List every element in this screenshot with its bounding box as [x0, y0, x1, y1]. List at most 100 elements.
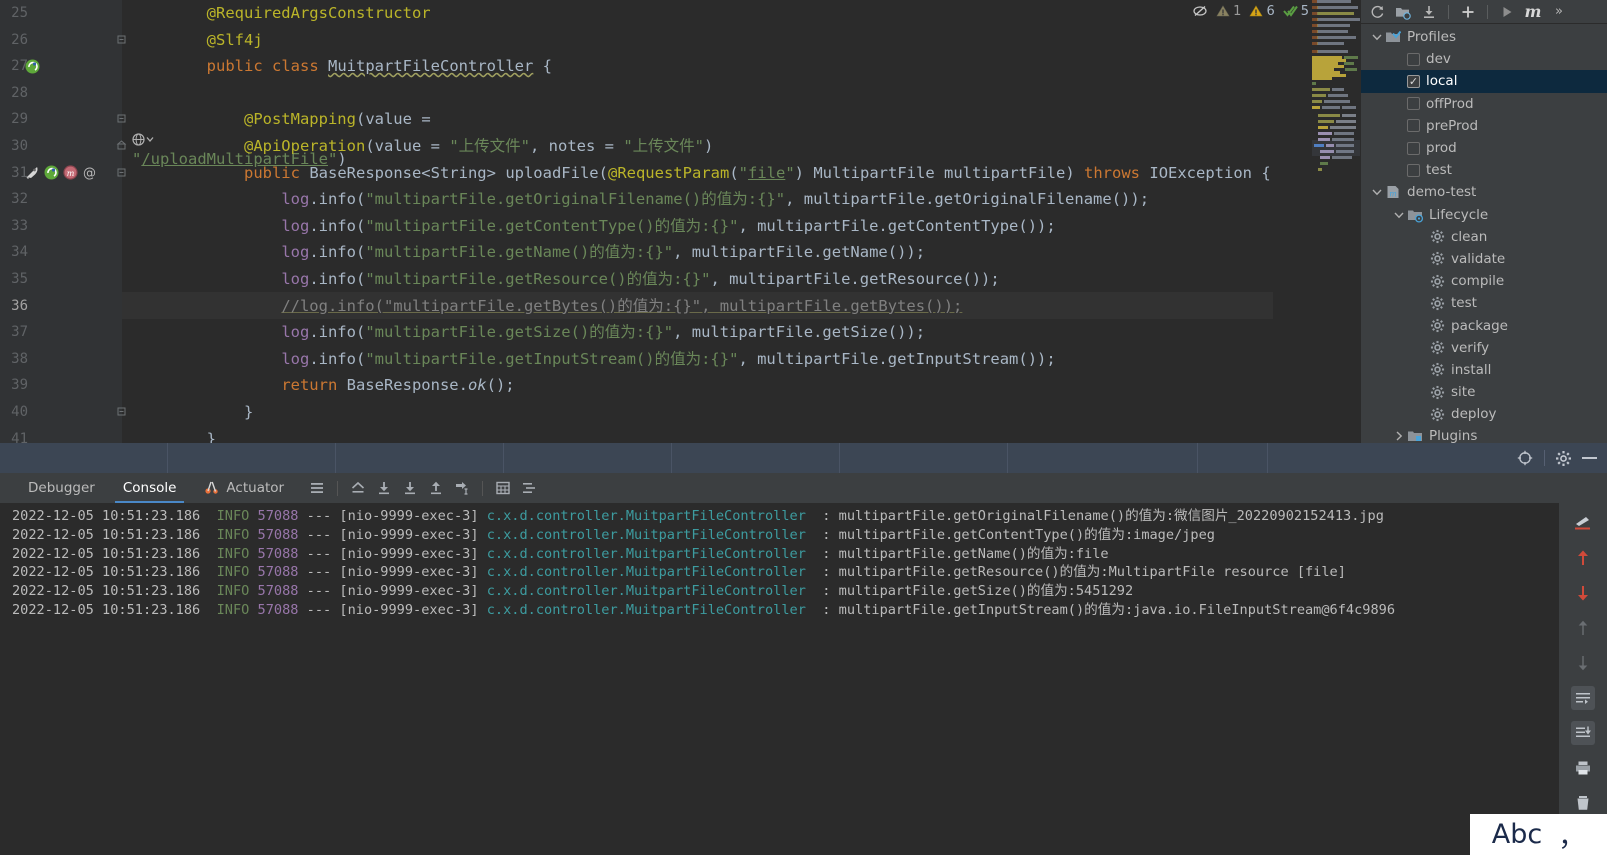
- run-to-cursor-icon[interactable]: [451, 477, 473, 499]
- profile-checkbox[interactable]: [1407, 141, 1420, 155]
- minimap-viewport[interactable]: [1312, 140, 1360, 156]
- maven-project-tree[interactable]: Profiles dev local offProd preProd prod test m d…: [1361, 24, 1607, 443]
- evaluate-expression-icon[interactable]: [492, 477, 514, 499]
- maven-toolbar[interactable]: m »: [1361, 0, 1607, 24]
- generate-sources-icon[interactable]: [1393, 2, 1413, 22]
- maven-tree-item-test[interactable]: test: [1361, 159, 1607, 181]
- breadcrumb-segment[interactable]: [1008, 443, 1198, 473]
- restore-layout-icon[interactable]: [347, 477, 369, 499]
- breadcrumb-actions[interactable]: [1516, 443, 1607, 473]
- ime-input-popup[interactable]: Abc ，: [1470, 814, 1607, 855]
- maven-tree-item-demo-test[interactable]: m demo-test: [1361, 181, 1607, 203]
- run-rocket-icon[interactable]: [24, 164, 41, 181]
- profile-checkbox[interactable]: [1407, 74, 1420, 88]
- chevron-right-icon[interactable]: [1391, 428, 1407, 443]
- locate-caret-icon[interactable]: [1516, 449, 1534, 467]
- gutter-line[interactable]: 32: [0, 186, 122, 213]
- layout-settings-icon[interactable]: [306, 477, 328, 499]
- gutter-line[interactable]: 35: [0, 266, 122, 293]
- log-line[interactable]: 2022-12-05 10:51:23.186 INFO 57088 --- […: [12, 526, 1547, 545]
- at-icon[interactable]: @: [81, 164, 98, 181]
- maven-tree-item-verify[interactable]: verify: [1361, 337, 1607, 359]
- previous-occurrence-icon[interactable]: [1571, 546, 1595, 570]
- maven-tree-item-deploy[interactable]: deploy: [1361, 403, 1607, 425]
- tab-console[interactable]: Console: [109, 473, 191, 503]
- breadcrumb-segment[interactable]: [504, 443, 672, 473]
- maven-tree-item-profiles[interactable]: Profiles: [1361, 26, 1607, 48]
- gutter-icon-group[interactable]: m @: [24, 161, 98, 185]
- profile-checkbox[interactable]: [1407, 97, 1420, 111]
- maven-tree-item-site[interactable]: site: [1361, 381, 1607, 403]
- breadcrumb-segment[interactable]: [840, 443, 1008, 473]
- console-toolbar[interactable]: [306, 477, 540, 499]
- log-line[interactable]: 2022-12-05 10:51:23.186 INFO 57088 --- […: [12, 545, 1547, 564]
- gear-icon[interactable]: [1555, 450, 1572, 467]
- profile-checkbox[interactable]: [1407, 52, 1420, 66]
- gutter-line[interactable]: 36: [0, 293, 122, 320]
- console-side-toolbar[interactable]: [1559, 503, 1607, 855]
- breadcrumb-segment[interactable]: [0, 443, 168, 473]
- error-count-indicator[interactable]: 1: [1216, 4, 1241, 19]
- soft-wrap-down-icon[interactable]: [1571, 651, 1595, 675]
- more-options-icon[interactable]: »: [1549, 2, 1569, 22]
- maven-tree-item-local[interactable]: local: [1361, 70, 1607, 93]
- code-minimap[interactable]: [1312, 0, 1360, 443]
- maven-tree-item-validate[interactable]: validate: [1361, 248, 1607, 270]
- maven-tree-item-plugins[interactable]: Plugins: [1361, 425, 1607, 443]
- maven-tree-item-test[interactable]: test: [1361, 292, 1607, 314]
- maven-tree-item-clean[interactable]: clean: [1361, 226, 1607, 248]
- soft-wrap-up-icon[interactable]: [1571, 616, 1595, 640]
- execute-maven-goal-icon[interactable]: m: [1523, 2, 1543, 22]
- maven-tree-item-preprod[interactable]: preProd: [1361, 115, 1607, 137]
- hide-inspections-icon[interactable]: [1192, 3, 1208, 19]
- maven-badge-icon[interactable]: m: [62, 164, 79, 181]
- gutter-line[interactable]: 31 m @: [0, 160, 126, 187]
- maven-tree-item-lifecycle[interactable]: Lifecycle: [1361, 204, 1607, 226]
- gutter-line[interactable]: 30: [0, 133, 127, 160]
- soft-wrap-icon[interactable]: [1571, 686, 1595, 710]
- breadcrumb-segment[interactable]: [168, 443, 336, 473]
- log-line[interactable]: 2022-12-05 10:51:23.186 INFO 57088 --- […: [12, 507, 1547, 526]
- rerun-icon[interactable]: [1571, 511, 1595, 535]
- maven-tree-item-dev[interactable]: dev: [1361, 48, 1607, 70]
- console-tab-strip[interactable]: Debugger Console Actuator: [0, 473, 1607, 503]
- run-tool-window[interactable]: Debugger Console Actuator 2022-12-05 10:…: [0, 473, 1607, 855]
- gutter-line[interactable]: 25: [0, 0, 122, 27]
- maven-tree-item-compile[interactable]: compile: [1361, 270, 1607, 292]
- spring-bean-icon[interactable]: [24, 58, 41, 75]
- weak-warning-indicator[interactable]: 5: [1282, 4, 1309, 19]
- gutter-line[interactable]: 33: [0, 213, 122, 240]
- gutter-line[interactable]: 27: [0, 53, 122, 80]
- chevron-down-icon[interactable]: [1369, 29, 1385, 45]
- breadcrumb-segment[interactable]: [672, 443, 840, 473]
- log-line[interactable]: 2022-12-05 10:51:23.186 INFO 57088 --- […: [12, 582, 1547, 601]
- gutter-line[interactable]: 38: [0, 346, 122, 373]
- log-line[interactable]: 2022-12-05 10:51:23.186 INFO 57088 --- […: [12, 563, 1547, 582]
- step-over-icon[interactable]: [373, 477, 395, 499]
- add-maven-project-icon[interactable]: [1458, 2, 1478, 22]
- maven-tree-item-install[interactable]: install: [1361, 359, 1607, 381]
- print-icon[interactable]: [1571, 756, 1595, 780]
- console-output[interactable]: 2022-12-05 10:51:23.186 INFO 57088 --- […: [0, 503, 1547, 855]
- breadcrumb-segment[interactable]: [1198, 443, 1268, 473]
- gutter-line[interactable]: 34: [0, 239, 122, 266]
- scroll-to-end-icon[interactable]: [1571, 721, 1595, 745]
- breadcrumb-segment[interactable]: [336, 443, 504, 473]
- maven-tree-item-package[interactable]: package: [1361, 314, 1607, 336]
- breadcrumb[interactable]: [0, 443, 1607, 473]
- step-into-icon[interactable]: [399, 477, 421, 499]
- gutter-icon-group[interactable]: [24, 54, 41, 78]
- download-sources-icon[interactable]: [1419, 2, 1439, 22]
- tab-debugger[interactable]: Debugger: [14, 473, 109, 503]
- run-maven-build-icon[interactable]: [1497, 2, 1517, 22]
- next-occurrence-icon[interactable]: [1571, 581, 1595, 605]
- clear-all-icon[interactable]: [1571, 791, 1595, 815]
- maven-tool-window[interactable]: m » Profiles dev local offProd preProd prod te…: [1360, 0, 1607, 443]
- spring-bean-icon[interactable]: [43, 164, 60, 181]
- tab-actuator[interactable]: Actuator: [190, 473, 298, 503]
- gutter-line[interactable]: 26: [0, 27, 126, 54]
- warning-count-indicator[interactable]: 6: [1249, 4, 1275, 19]
- editor-gutter[interactable]: 25 26 27 28 29 30 31 m @32 33 34 35 36 37 38 39 40 41: [0, 0, 127, 447]
- maven-tree-item-offprod[interactable]: offProd: [1361, 93, 1607, 115]
- log-line[interactable]: 2022-12-05 10:51:23.186 INFO 57088 --- […: [12, 601, 1547, 620]
